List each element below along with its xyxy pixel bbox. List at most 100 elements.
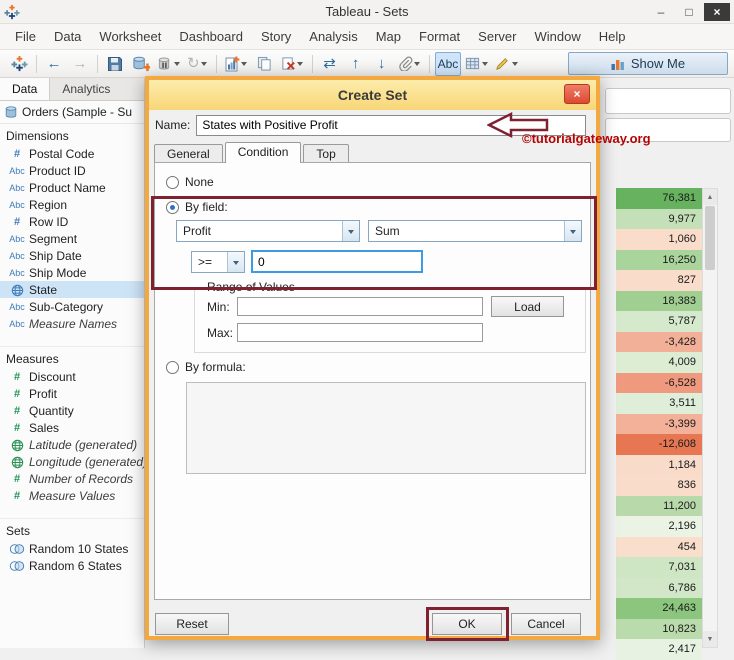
- menu-format[interactable]: Format: [410, 25, 469, 48]
- menu-data[interactable]: Data: [45, 25, 90, 48]
- field-quantity[interactable]: # Quantity: [0, 402, 144, 419]
- profit-cell[interactable]: 3,511: [616, 393, 702, 414]
- field-latitude[interactable]: Latitude (generated): [0, 436, 144, 453]
- set-random-6-states[interactable]: Random 6 States: [0, 557, 144, 574]
- field-state[interactable]: State: [0, 281, 144, 298]
- profit-cell[interactable]: 76,381: [616, 188, 702, 209]
- highlight-button[interactable]: [493, 52, 521, 76]
- close-window-button[interactable]: ×: [704, 3, 730, 21]
- save-button[interactable]: [103, 52, 127, 76]
- profit-cell[interactable]: 5,787: [616, 311, 702, 332]
- new-worksheet-button[interactable]: [222, 52, 251, 76]
- shelf-card[interactable]: [605, 118, 731, 142]
- menu-worksheet[interactable]: Worksheet: [90, 25, 170, 48]
- set-random-10-states[interactable]: Random 10 States: [0, 540, 144, 557]
- profit-cell[interactable]: 454: [616, 537, 702, 558]
- forward-button[interactable]: →: [68, 52, 92, 76]
- profit-cell[interactable]: 9,977: [616, 209, 702, 230]
- field-sales[interactable]: # Sales: [0, 419, 144, 436]
- profit-cell[interactable]: 2,196: [616, 516, 702, 537]
- vertical-scrollbar[interactable]: ▲ ▼: [702, 188, 718, 648]
- profit-cell[interactable]: 2,417: [616, 639, 702, 660]
- min-input[interactable]: [237, 297, 483, 316]
- menu-help[interactable]: Help: [590, 25, 635, 48]
- back-button[interactable]: ←: [42, 52, 66, 76]
- show-mark-labels-button[interactable]: Abc: [435, 52, 462, 76]
- profit-cell[interactable]: -12,608: [616, 434, 702, 455]
- show-me-button[interactable]: Show Me: [568, 52, 728, 75]
- scroll-track[interactable]: [703, 271, 717, 631]
- profit-cell[interactable]: 836: [616, 475, 702, 496]
- set-name-input[interactable]: [196, 115, 586, 136]
- field-product-id[interactable]: Abc Product ID: [0, 162, 144, 179]
- group-members-button[interactable]: [396, 52, 424, 76]
- profit-cell[interactable]: -3,428: [616, 332, 702, 353]
- field-number-of-records[interactable]: # Number of Records: [0, 470, 144, 487]
- profit-cell[interactable]: 11,200: [616, 496, 702, 517]
- profit-cell[interactable]: 6,786: [616, 578, 702, 599]
- radio-none[interactable]: None: [166, 175, 214, 189]
- field-segment[interactable]: Abc Segment: [0, 230, 144, 247]
- duplicate-sheet-button[interactable]: [253, 52, 277, 76]
- tab-condition[interactable]: Condition: [225, 142, 302, 163]
- sort-ascending-button[interactable]: ↑: [344, 52, 368, 76]
- swap-axes-button[interactable]: ⇄: [318, 52, 342, 76]
- fit-selector-button[interactable]: [463, 52, 491, 76]
- scroll-up-button[interactable]: ▲: [703, 189, 717, 205]
- max-input[interactable]: [237, 323, 483, 342]
- scroll-down-button[interactable]: ▼: [703, 631, 717, 647]
- profit-cell[interactable]: -3,399: [616, 414, 702, 435]
- refresh-updates-button[interactable]: ↻: [185, 52, 211, 76]
- profit-cell[interactable]: 24,463: [616, 598, 702, 619]
- field-measure-values[interactable]: # Measure Values: [0, 487, 144, 504]
- menu-map[interactable]: Map: [367, 25, 410, 48]
- menu-file[interactable]: File: [6, 25, 45, 48]
- menu-analysis[interactable]: Analysis: [300, 25, 366, 48]
- menu-server[interactable]: Server: [469, 25, 525, 48]
- radio-by-formula[interactable]: By formula:: [166, 360, 246, 374]
- scroll-thumb[interactable]: [705, 206, 715, 270]
- field-row-id[interactable]: # Row ID: [0, 213, 144, 230]
- profit-cell[interactable]: 7,031: [616, 557, 702, 578]
- clear-sheet-button[interactable]: [279, 52, 307, 76]
- menu-dashboard[interactable]: Dashboard: [170, 25, 252, 48]
- profit-cell[interactable]: 1,060: [616, 229, 702, 250]
- menu-story[interactable]: Story: [252, 25, 300, 48]
- condition-value-input[interactable]: [251, 250, 423, 273]
- field-product-name[interactable]: Abc Product Name: [0, 179, 144, 196]
- start-page-button[interactable]: [7, 52, 31, 76]
- dialog-close-button[interactable]: ×: [564, 84, 590, 104]
- field-longitude[interactable]: Longitude (generated): [0, 453, 144, 470]
- formula-textarea[interactable]: [186, 382, 586, 474]
- profit-cell[interactable]: 1,184: [616, 455, 702, 476]
- tab-top[interactable]: Top: [303, 144, 348, 162]
- pause-updates-button[interactable]: [155, 52, 183, 76]
- field-discount[interactable]: # Discount: [0, 368, 144, 385]
- tab-general[interactable]: General: [154, 144, 223, 162]
- field-ship-date[interactable]: Abc Ship Date: [0, 247, 144, 264]
- tab-analytics[interactable]: Analytics: [50, 78, 122, 100]
- field-sub-category[interactable]: Abc Sub-Category: [0, 298, 144, 315]
- load-button[interactable]: Load: [491, 296, 564, 317]
- minimize-button[interactable]: –: [648, 3, 674, 21]
- menu-window[interactable]: Window: [525, 25, 589, 48]
- ok-button[interactable]: OK: [432, 613, 502, 635]
- add-datasource-button[interactable]: [129, 52, 153, 76]
- field-select[interactable]: Profit: [176, 220, 360, 242]
- profit-cell[interactable]: 4,009: [616, 352, 702, 373]
- profit-cell[interactable]: 16,250: [616, 250, 702, 271]
- field-ship-mode[interactable]: Abc Ship Mode: [0, 264, 144, 281]
- profit-cell[interactable]: 827: [616, 270, 702, 291]
- sort-descending-button[interactable]: ↓: [370, 52, 394, 76]
- profit-cell[interactable]: 10,823: [616, 619, 702, 640]
- tab-data[interactable]: Data: [0, 78, 50, 100]
- reset-button[interactable]: Reset: [155, 613, 229, 635]
- maximize-button[interactable]: □: [676, 3, 702, 21]
- operator-select[interactable]: >=: [191, 251, 245, 273]
- aggregation-select[interactable]: Sum: [368, 220, 582, 242]
- field-region[interactable]: Abc Region: [0, 196, 144, 213]
- cancel-button[interactable]: Cancel: [511, 613, 581, 635]
- profit-cell[interactable]: 18,383: [616, 291, 702, 312]
- field-measure-names[interactable]: Abc Measure Names: [0, 315, 144, 332]
- field-profit[interactable]: # Profit: [0, 385, 144, 402]
